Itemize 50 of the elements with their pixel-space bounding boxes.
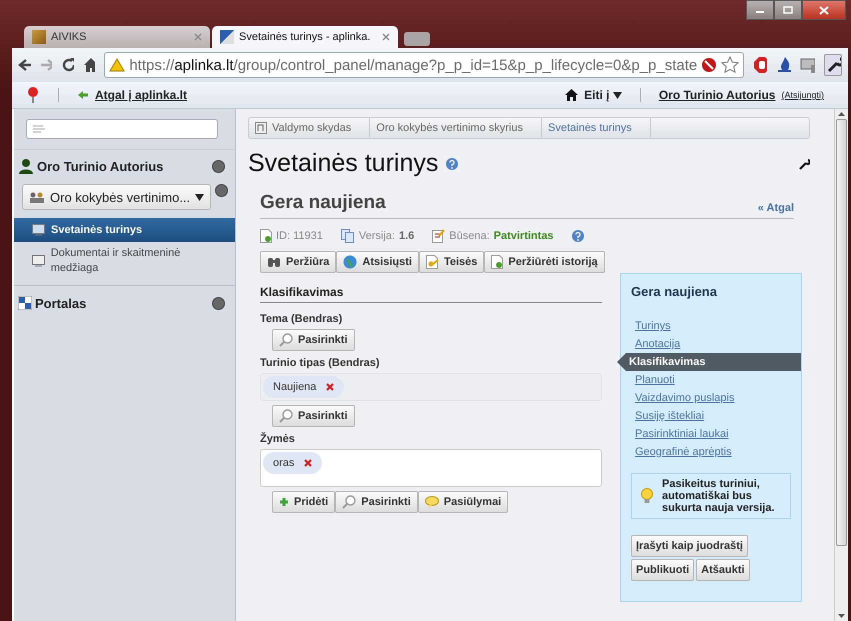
action-button[interactable]: Įrašyti kaip juodraštį bbox=[631, 535, 748, 557]
back-link[interactable]: Atgal į aplinka.lt bbox=[95, 88, 188, 102]
section-link[interactable]: Susiję ištekliai bbox=[631, 407, 791, 425]
portal-heading: Portalas bbox=[35, 296, 88, 311]
page-title: Svetainės turinys bbox=[248, 149, 438, 178]
version-label: Versija: 1.6 bbox=[340, 229, 414, 243]
user-name: Oro Turinio Autorius bbox=[37, 158, 164, 174]
field-label: Tema (Bendras) bbox=[260, 313, 344, 325]
breadcrumb-item[interactable]: Valdymo skydas bbox=[249, 118, 370, 138]
field-label: Žymės bbox=[260, 433, 296, 445]
browser-tab[interactable]: Svetainės turinys - aplinka. bbox=[212, 26, 398, 48]
id-label: ID: 11931 bbox=[260, 229, 323, 243]
note-text: Pasikeitus turiniui, automatiškai bus sukurta nauja versija. bbox=[662, 478, 776, 514]
select-button[interactable]: Pasiūlymai bbox=[418, 491, 508, 513]
tags-field[interactable]: oras bbox=[260, 449, 602, 487]
section-link[interactable]: Planuoti bbox=[631, 371, 791, 389]
goto-menu[interactable]: Eiti į bbox=[584, 88, 622, 102]
browser-tab[interactable]: AIVIKS bbox=[24, 26, 210, 48]
user-link[interactable]: Oro Turinio Autorius bbox=[658, 88, 776, 102]
tag-chip: Naujiena bbox=[263, 376, 344, 398]
section-link[interactable]: Pasirinktiniai laukai bbox=[631, 425, 791, 443]
address-bar[interactable]: https://aplinka.lt/group/control_panel/manage?p_p_id=15&p_p_lifecycle=0&p_p_state bbox=[104, 52, 744, 78]
field-label: Turinio tipas (Bendras) bbox=[260, 357, 381, 369]
toolbar-button[interactable]: Peržiūra bbox=[260, 251, 336, 273]
select-button[interactable]: Pasirinkti bbox=[272, 329, 355, 351]
section-link[interactable]: Geografinė aprėptis bbox=[631, 443, 791, 461]
section-link[interactable]: Klasifikavimas bbox=[617, 353, 801, 371]
sidebar-item[interactable]: Svetainės turinys bbox=[14, 218, 235, 242]
section-link[interactable]: Anotacija bbox=[631, 335, 791, 353]
breadcrumb-item[interactable]: Oro kokybės vertinimo skyrius bbox=[370, 118, 542, 138]
sidebar-item[interactable]: Dokumentai ir skaitmeninė medžiaga bbox=[14, 242, 235, 279]
select-button[interactable]: Pridėti bbox=[272, 491, 336, 513]
article-title: Gera naujiena bbox=[260, 192, 386, 214]
section-heading: Klasifikavimas bbox=[260, 285, 602, 303]
action-button[interactable]: Atšaukti bbox=[696, 559, 750, 581]
site-selector[interactable]: Oro kokybės vertinimo... bbox=[22, 184, 212, 210]
action-button[interactable]: Publikuoti bbox=[631, 559, 694, 581]
select-button[interactable]: Pasirinkti bbox=[335, 491, 418, 513]
section-link[interactable]: Vaizdavimo puslapis bbox=[631, 389, 791, 407]
toolbar-button[interactable]: Teisės bbox=[418, 251, 484, 273]
status-label: Būsena: Patvirtintas bbox=[432, 229, 554, 243]
toolbar-button[interactable]: Peržiūrėti istoriją bbox=[484, 251, 605, 273]
toolbar-button[interactable]: Atsisiųsti bbox=[336, 251, 419, 273]
tag-chip: oras bbox=[263, 452, 322, 474]
panel-title: Gera naujiena bbox=[631, 284, 718, 299]
logout-link[interactable]: (Atsijungti) bbox=[781, 90, 824, 100]
select-button[interactable]: Pasirinkti bbox=[272, 405, 355, 427]
back-link[interactable]: « Atgal bbox=[758, 202, 794, 214]
section-link[interactable]: Turinys bbox=[631, 317, 791, 335]
breadcrumb-item[interactable]: Svetainės turinys bbox=[542, 118, 651, 138]
